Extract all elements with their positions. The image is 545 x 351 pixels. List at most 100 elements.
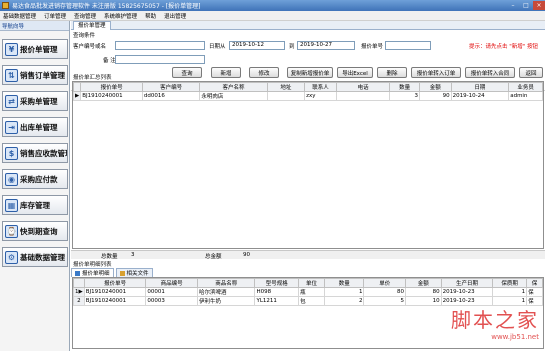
nav-item-label: 销售应收款管理 xyxy=(20,148,68,158)
row-selector-header xyxy=(73,82,82,92)
receivable-icon: $ xyxy=(5,146,18,160)
table-cell: 1 xyxy=(492,287,528,297)
summary-header-row: 报价单号 客户编号 客户名称 地址 联系人 电话 数量 金额 日期 业务员 xyxy=(73,82,543,92)
table-cell: 2019-10-24 xyxy=(450,91,510,101)
column-header[interactable]: 客户编号 xyxy=(141,82,201,92)
detail-icon xyxy=(75,270,80,276)
nav-item-label: 报价单管理 xyxy=(20,44,58,54)
column-header[interactable]: 保质期 xyxy=(492,278,528,288)
date-to-input[interactable]: 2019-10-27 xyxy=(297,41,355,50)
nav-item-label: 基础数据管理 xyxy=(20,252,65,262)
nav-header: 导航向导 xyxy=(0,21,69,31)
copy-new-quote-button[interactable]: 复制新增报价单 xyxy=(287,67,333,78)
table-cell: 2019-10-23 xyxy=(440,287,494,297)
customer-input[interactable] xyxy=(115,41,205,50)
date-from-input[interactable]: 2019-10-12 xyxy=(229,41,285,50)
nav-purchase-management[interactable]: ⇄ 采购单管理 xyxy=(2,91,68,111)
row-selector-arrow-icon[interactable]: ▶ xyxy=(73,91,82,101)
quote-to-contract-button[interactable]: 报价单转入合同 xyxy=(465,67,515,78)
nav-inventory-management[interactable]: ▦ 库存管理 xyxy=(2,195,68,215)
nav-payable-management[interactable]: ◉ 采购应付款 xyxy=(2,169,68,189)
nav-item-label: 采购应付款 xyxy=(20,174,58,184)
payable-icon: ◉ xyxy=(5,172,18,186)
table-row[interactable]: ▶ BJ1910240001 dd0016 永明肉店 zxy 3 90 2019… xyxy=(73,91,543,101)
table-row[interactable]: 1▶ BJ1910240001 00001 哈尔滨啤酒 H098 瓶 1 80 … xyxy=(73,287,543,297)
nav-item-label: 库存管理 xyxy=(20,200,50,210)
nav-basic-data-management[interactable]: ⚙ 基础数据管理 xyxy=(2,247,68,267)
delete-button[interactable]: 删除 xyxy=(377,67,407,78)
column-header[interactable]: 客户名称 xyxy=(199,82,268,92)
table-cell: 90 xyxy=(418,91,452,101)
column-header[interactable]: 数量 xyxy=(389,82,420,92)
table-cell: 00003 xyxy=(145,296,198,306)
main-panel: 报价单管理 查询条件 客户编号或名 日期从 2019-10-12 到 2019-… xyxy=(71,21,545,351)
table-cell: 伊利牛奶 xyxy=(196,296,256,306)
column-header[interactable]: 单位 xyxy=(298,278,325,288)
quote-to-order-button[interactable]: 报价单转入订单 xyxy=(411,67,461,78)
folder-icon xyxy=(119,270,125,276)
column-header[interactable]: 报价单号 xyxy=(83,278,147,288)
column-header[interactable]: 商品编号 xyxy=(145,278,198,288)
menu-basic-data[interactable]: 基础数据管理 xyxy=(3,12,36,20)
date-from-label: 日期从 xyxy=(209,44,226,50)
menu-help[interactable]: 帮助 xyxy=(145,12,156,20)
column-header[interactable]: 单价 xyxy=(363,278,406,288)
detail-grid: 报价单号 商品编号 商品名称 型号规格 单位 数量 单价 金额 生产日期 保质期… xyxy=(72,277,544,349)
menu-bar: 基础数据管理 订单管理 查询管理 系统维护管理 帮助 退出管理 xyxy=(0,11,545,21)
back-button[interactable]: 返回 xyxy=(519,67,543,78)
export-excel-button[interactable]: 导出Excel xyxy=(337,67,373,78)
nav-receivable-management[interactable]: $ 销售应收款管理 xyxy=(2,143,68,163)
purchase-icon: ⇄ xyxy=(5,94,18,108)
table-row[interactable]: 2 BJ1910240001 00003 伊利牛奶 YL1211 包 2 5 1… xyxy=(73,296,543,306)
menu-system[interactable]: 系统维护管理 xyxy=(104,12,137,20)
table-cell: 10 xyxy=(404,296,442,306)
table-cell: 包 xyxy=(298,296,325,306)
nav-quote-management[interactable]: ¥ 报价单管理 xyxy=(2,39,68,59)
column-header[interactable]: 保 xyxy=(526,278,543,288)
column-header[interactable]: 金额 xyxy=(404,278,442,288)
detail-tab-strip: 报价单明细 相关文件 xyxy=(71,268,155,277)
column-header[interactable]: 业务员 xyxy=(508,82,543,92)
edit-button[interactable]: 修改 xyxy=(249,67,279,78)
title-bar: 易达食品批发进销存管理软件 未注册版 15825675057 - [报价单管理]… xyxy=(0,0,545,11)
add-button[interactable]: 新增 xyxy=(211,67,241,78)
column-header[interactable]: 数量 xyxy=(323,278,365,288)
window-controls: – □ × xyxy=(506,1,545,10)
column-header[interactable]: 生产日期 xyxy=(440,278,494,288)
basic-data-icon: ⚙ xyxy=(5,250,18,264)
menu-orders[interactable]: 订单管理 xyxy=(44,12,66,20)
nav-expiry-query[interactable]: ⌚ 快到期查询 xyxy=(2,221,68,241)
table-cell: 00001 xyxy=(145,287,198,297)
column-header[interactable]: 型号规格 xyxy=(254,278,300,288)
maximize-button[interactable]: □ xyxy=(520,1,532,10)
column-header[interactable]: 金额 xyxy=(418,82,452,92)
query-section-label: 查询条件 xyxy=(73,33,96,39)
column-header[interactable]: 地址 xyxy=(266,82,306,92)
remark-input[interactable] xyxy=(115,55,205,64)
column-header[interactable]: 联系人 xyxy=(304,82,337,92)
table-cell: BJ1910240001 xyxy=(80,91,143,101)
minimize-button[interactable]: – xyxy=(507,1,519,10)
column-header[interactable]: 商品名称 xyxy=(196,278,256,288)
total-quantity-value: 3 xyxy=(131,252,135,258)
table-cell xyxy=(266,91,306,101)
nav-outbound-management[interactable]: ⇥ 出库单管理 xyxy=(2,117,68,137)
quote-no-label: 报价单号 xyxy=(361,44,384,50)
column-header[interactable]: 报价单号 xyxy=(80,82,143,92)
inventory-icon: ▦ xyxy=(5,198,18,212)
table-cell: 2 xyxy=(323,296,365,306)
column-header[interactable]: 日期 xyxy=(450,82,510,92)
customer-label: 客户编号或名 xyxy=(73,44,107,50)
quote-no-input[interactable] xyxy=(385,41,431,50)
close-button[interactable]: × xyxy=(533,1,545,10)
tab-related-files[interactable]: 相关文件 xyxy=(115,268,153,277)
menu-exit[interactable]: 退出管理 xyxy=(164,12,186,20)
menu-query[interactable]: 查询管理 xyxy=(74,12,96,20)
date-to-label: 到 xyxy=(289,44,295,50)
tab-quote-management[interactable]: 报价单管理 xyxy=(73,21,111,30)
query-button[interactable]: 查询 xyxy=(172,67,202,78)
nav-sales-order-management[interactable]: ⇅ 销售订单管理 xyxy=(2,65,68,85)
table-cell xyxy=(335,91,391,101)
column-header[interactable]: 电话 xyxy=(335,82,391,92)
tab-quote-detail[interactable]: 报价单明细 xyxy=(71,268,114,277)
